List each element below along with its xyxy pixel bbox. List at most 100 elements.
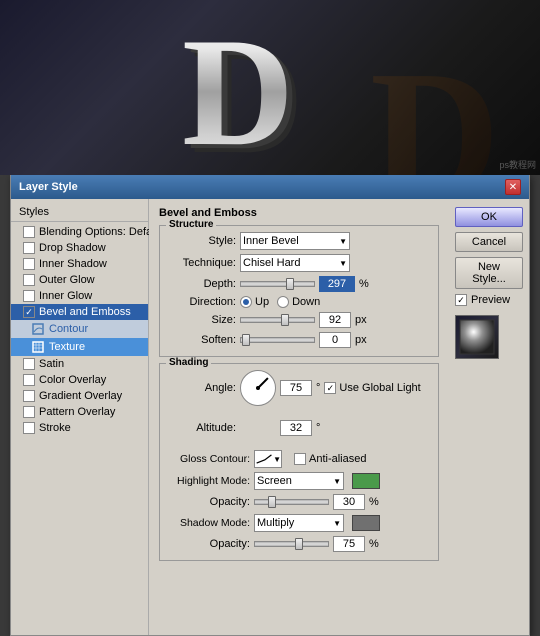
shadow-opacity-label: Opacity: [168, 538, 250, 550]
size-label: Size: [168, 314, 236, 326]
highlight-opacity-label: Opacity: [168, 496, 250, 508]
structure-label: Structure [166, 219, 216, 230]
anti-aliased-text: Anti-aliased [309, 453, 366, 465]
size-unit: px [355, 314, 367, 326]
close-button[interactable]: ✕ [505, 179, 521, 195]
size-slider-thumb[interactable] [281, 314, 289, 326]
cancel-button[interactable]: Cancel [455, 232, 523, 252]
color-overlay-checkbox[interactable] [23, 374, 35, 386]
stroke-label: Stroke [39, 422, 71, 434]
shadow-opacity-thumb[interactable] [295, 538, 303, 550]
angle-input[interactable] [280, 380, 312, 396]
direction-up-radio[interactable]: Up [240, 296, 269, 308]
soften-label: Soften: [168, 334, 236, 346]
soften-unit: px [355, 334, 367, 346]
soften-slider[interactable] [240, 337, 315, 343]
direction-up-circle[interactable] [240, 296, 252, 308]
soften-slider-thumb[interactable] [242, 334, 250, 346]
sidebar-item-drop-shadow[interactable]: Drop Shadow [11, 240, 148, 256]
global-light-label[interactable]: Use Global Light [324, 382, 420, 394]
direction-down-circle[interactable] [277, 296, 289, 308]
depth-label: Depth: [168, 278, 236, 290]
altitude-input[interactable] [280, 420, 312, 436]
size-slider[interactable] [240, 317, 315, 323]
new-style-button[interactable]: New Style... [455, 257, 523, 289]
sidebar-item-inner-glow[interactable]: Inner Glow [11, 288, 148, 304]
altitude-degree: ° [316, 422, 320, 434]
direction-label: Direction: [168, 296, 236, 308]
preview-toggle[interactable]: Preview [455, 294, 523, 306]
svg-text:D: D [182, 6, 294, 169]
style-select[interactable]: Inner Bevel ▼ [240, 232, 350, 250]
highlight-mode-value: Screen [257, 475, 292, 487]
highlight-mode-arrow-icon: ▼ [333, 477, 341, 486]
highlight-color-swatch[interactable] [352, 473, 380, 489]
depth-input[interactable]: 297 [319, 276, 355, 292]
shadow-opacity-input[interactable] [333, 536, 365, 552]
blending-options-checkbox[interactable] [23, 226, 35, 238]
sidebar-item-inner-shadow[interactable]: Inner Shadow [11, 256, 148, 272]
soften-row: Soften: px [168, 332, 430, 348]
style-label: Style: [168, 235, 236, 247]
inner-glow-checkbox[interactable] [23, 290, 35, 302]
sidebar-item-contour[interactable]: Contour [11, 320, 148, 338]
size-input[interactable] [319, 312, 351, 328]
global-light-checkbox[interactable] [324, 382, 336, 394]
sidebar-item-gradient-overlay[interactable]: Gradient Overlay [11, 388, 148, 404]
sidebar-item-pattern-overlay[interactable]: Pattern Overlay [11, 404, 148, 420]
depth-slider-thumb[interactable] [286, 278, 294, 290]
shadow-opacity-slider[interactable] [254, 541, 329, 547]
sidebar-item-stroke[interactable]: Stroke [11, 420, 148, 436]
sidebar-item-bevel-emboss[interactable]: Bevel and Emboss [11, 304, 148, 320]
sidebar-item-outer-glow[interactable]: Outer Glow [11, 272, 148, 288]
direction-radio-group: Up Down [240, 296, 320, 308]
outer-glow-label: Outer Glow [39, 274, 95, 286]
preview-canvas: D D D [0, 0, 540, 175]
gloss-contour-preview[interactable]: ▼ [254, 450, 282, 468]
style-arrow-icon: ▼ [339, 237, 347, 246]
preview-checkbox[interactable] [455, 294, 467, 306]
watermark: ps教程网 [499, 158, 536, 171]
angle-degree: ° [316, 382, 320, 394]
contour-arrow-icon: ▼ [273, 455, 281, 464]
sidebar-item-blending-options[interactable]: Blending Options: Default [11, 224, 148, 240]
highlight-opacity-thumb[interactable] [268, 496, 276, 508]
shadow-mode-row: Shadow Mode: Multiply ▼ [168, 514, 430, 532]
shadow-color-swatch[interactable] [352, 515, 380, 531]
pattern-overlay-checkbox[interactable] [23, 406, 35, 418]
soften-input[interactable] [319, 332, 351, 348]
shading-label: Shading [166, 357, 211, 368]
depth-unit: % [359, 278, 369, 290]
highlight-opacity-slider[interactable] [254, 499, 329, 505]
sidebar-item-color-overlay[interactable]: Color Overlay [11, 372, 148, 388]
dialog-body: Styles Blending Options: Default Drop Sh… [11, 199, 529, 635]
inner-shadow-label: Inner Shadow [39, 258, 107, 270]
bevel-emboss-checkbox[interactable] [23, 306, 35, 318]
highlight-opacity-input[interactable] [333, 494, 365, 510]
sidebar-item-satin[interactable]: Satin [11, 356, 148, 372]
ok-button[interactable]: OK [455, 207, 523, 227]
outer-glow-checkbox[interactable] [23, 274, 35, 286]
shadow-mode-value: Multiply [257, 517, 294, 529]
size-row: Size: px [168, 312, 430, 328]
technique-select[interactable]: Chisel Hard ▼ [240, 254, 350, 272]
inner-shadow-checkbox[interactable] [23, 258, 35, 270]
anti-aliased-label[interactable]: Anti-aliased [294, 453, 366, 465]
direction-down-radio[interactable]: Down [277, 296, 320, 308]
angle-center-dot [256, 386, 260, 390]
drop-shadow-checkbox[interactable] [23, 242, 35, 254]
angle-label: Angle: [168, 382, 236, 394]
highlight-mode-select[interactable]: Screen ▼ [254, 472, 344, 490]
anti-aliased-checkbox[interactable] [294, 453, 306, 465]
angle-dial[interactable] [240, 370, 276, 406]
gradient-overlay-checkbox[interactable] [23, 390, 35, 402]
sidebar-item-texture[interactable]: Texture [11, 338, 148, 356]
direction-row: Direction: Up Down [168, 296, 430, 308]
shadow-mode-select[interactable]: Multiply ▼ [254, 514, 344, 532]
stroke-checkbox[interactable] [23, 422, 35, 434]
depth-slider[interactable] [240, 281, 315, 287]
satin-checkbox[interactable] [23, 358, 35, 370]
gradient-overlay-label: Gradient Overlay [39, 390, 122, 402]
style-value: Inner Bevel [243, 235, 299, 247]
texture-label: Texture [49, 341, 85, 353]
